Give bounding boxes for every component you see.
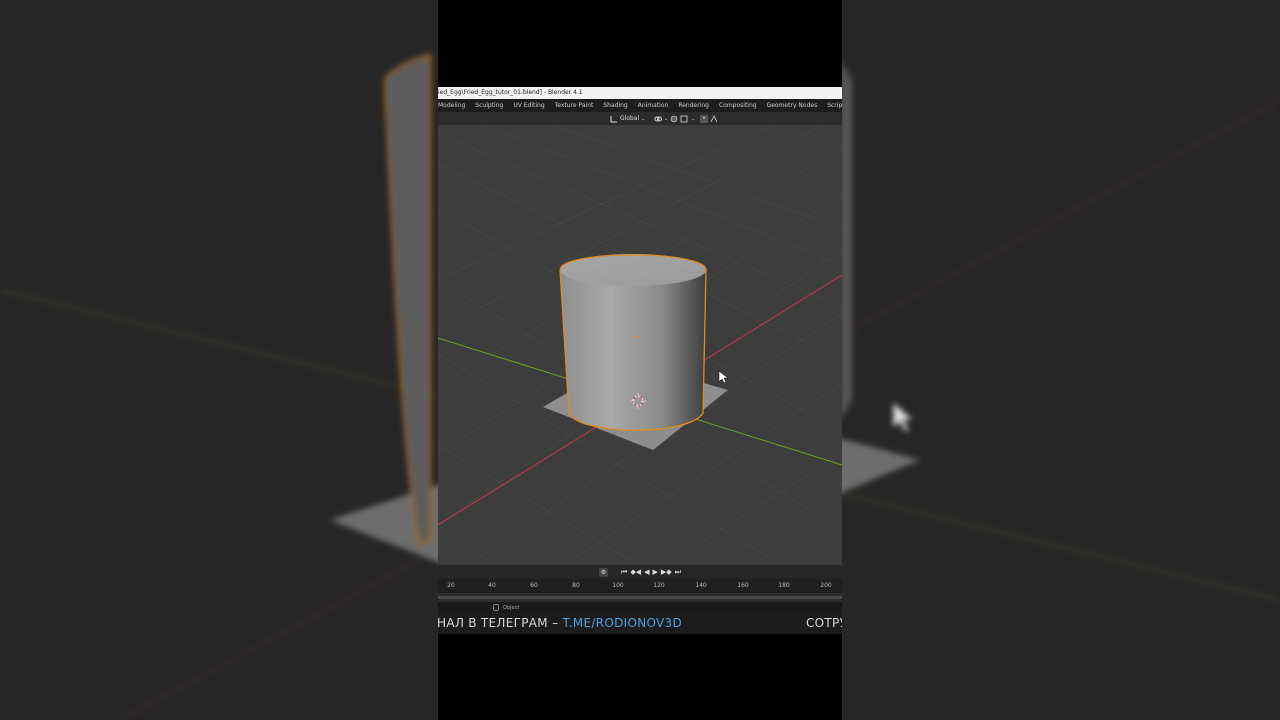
tab-texture-paint[interactable]: Texture Paint	[550, 99, 599, 112]
window-title: ied_Egg\Fried_Egg_tutor_01.blend] - Blen…	[438, 89, 583, 96]
viewport-header: Global ⌄ ⌄ ⌄ •	[438, 112, 842, 125]
tab-rendering[interactable]: Rendering	[673, 99, 714, 112]
window-title-bar: ied_Egg\Fried_Egg_tutor_01.blend] - Blen…	[438, 87, 842, 99]
tab-compositing[interactable]: Compositing	[714, 99, 762, 112]
tab-geometry-nodes[interactable]: Geometry Nodes	[762, 99, 823, 112]
prev-keyframe-button[interactable]: ◆◀	[630, 565, 641, 579]
frame-tick: 100	[612, 582, 624, 589]
status-active-mode: Object	[493, 604, 519, 611]
cylinder-object	[559, 254, 707, 431]
tab-shading[interactable]: Shading	[598, 99, 632, 112]
frame-tick: 80	[572, 582, 580, 589]
pivot-dropdown[interactable]: ⌄	[654, 114, 668, 123]
viewport-scene	[438, 125, 842, 565]
timeline-ruler[interactable]: 20 40 60 80 100 120 140 160 180 200	[438, 579, 842, 593]
snap-target-icon	[680, 115, 688, 122]
play-button[interactable]: ▶	[653, 565, 658, 579]
status-active-label: Object	[503, 604, 520, 611]
frame-tick: 120	[653, 582, 665, 589]
frame-tick: 20	[447, 582, 455, 589]
mouse-pointer	[718, 370, 729, 384]
tab-sculpting[interactable]: Sculpting	[470, 99, 508, 112]
play-reverse-button[interactable]: ◀	[644, 565, 649, 579]
magnet-icon	[670, 115, 678, 122]
timeline-scrollbar[interactable]	[438, 596, 842, 599]
orientation-icon	[610, 115, 617, 122]
next-keyframe-button[interactable]: ▶◆	[661, 565, 672, 579]
tab-modeling[interactable]: Modeling	[438, 99, 470, 112]
frame-tick: 160	[737, 582, 749, 589]
transform-orientation-value: Global	[620, 115, 640, 122]
banner-text: НАЛ В ТЕЛЕГРАМ – T.ME/RODIONOV3D	[438, 616, 682, 630]
mouse-icon	[493, 604, 499, 611]
status-bar: Object	[438, 602, 842, 613]
playback-controls: ⚙ ⏮ ◆◀ ◀ ▶ ▶◆ ⏭	[438, 565, 842, 579]
link-icon	[654, 116, 662, 121]
3d-viewport[interactable]	[438, 125, 842, 565]
proportional-edit-toggle[interactable]: •	[700, 114, 718, 123]
tab-uv-editing[interactable]: UV Editing	[508, 99, 549, 112]
falloff-icon	[710, 114, 718, 122]
frame-tick: 200	[820, 582, 832, 589]
tab-scripting[interactable]: Scripting	[822, 99, 842, 112]
keying-icon[interactable]: ⚙	[599, 567, 609, 577]
banner-link[interactable]: T.ME/RODIONOV3D	[562, 616, 682, 630]
frame-tick: 60	[530, 582, 538, 589]
banner-left-text: НАЛ В ТЕЛЕГРАМ –	[438, 616, 563, 630]
jump-start-button[interactable]: ⏮	[621, 565, 627, 579]
transform-orientation-dropdown[interactable]: Global ⌄	[610, 114, 645, 123]
tab-animation[interactable]: Animation	[633, 99, 674, 112]
frame-tick: 40	[488, 582, 496, 589]
snapping-dropdown[interactable]: ⌄	[670, 114, 695, 123]
promo-banner: НАЛ В ТЕЛЕГРАМ – T.ME/RODIONOV3D СОТРУ	[438, 613, 842, 634]
banner-right-text: СОТРУ	[806, 616, 842, 630]
frame-tick: 180	[778, 582, 790, 589]
object-origin	[634, 335, 638, 339]
timeline-area[interactable]	[438, 593, 842, 602]
blender-recording: ied_Egg\Fried_Egg_tutor_01.blend] - Blen…	[438, 0, 842, 720]
chevron-down-icon: ⌄	[691, 115, 696, 122]
frame-tick: 140	[695, 582, 707, 589]
jump-end-button[interactable]: ⏭	[675, 565, 681, 579]
proportional-edit-icon: •	[700, 114, 708, 123]
workspace-tabs: Modeling Sculpting UV Editing Texture Pa…	[438, 99, 842, 112]
chevron-down-icon: ⌄	[641, 115, 646, 122]
chevron-down-icon: ⌄	[664, 115, 669, 122]
